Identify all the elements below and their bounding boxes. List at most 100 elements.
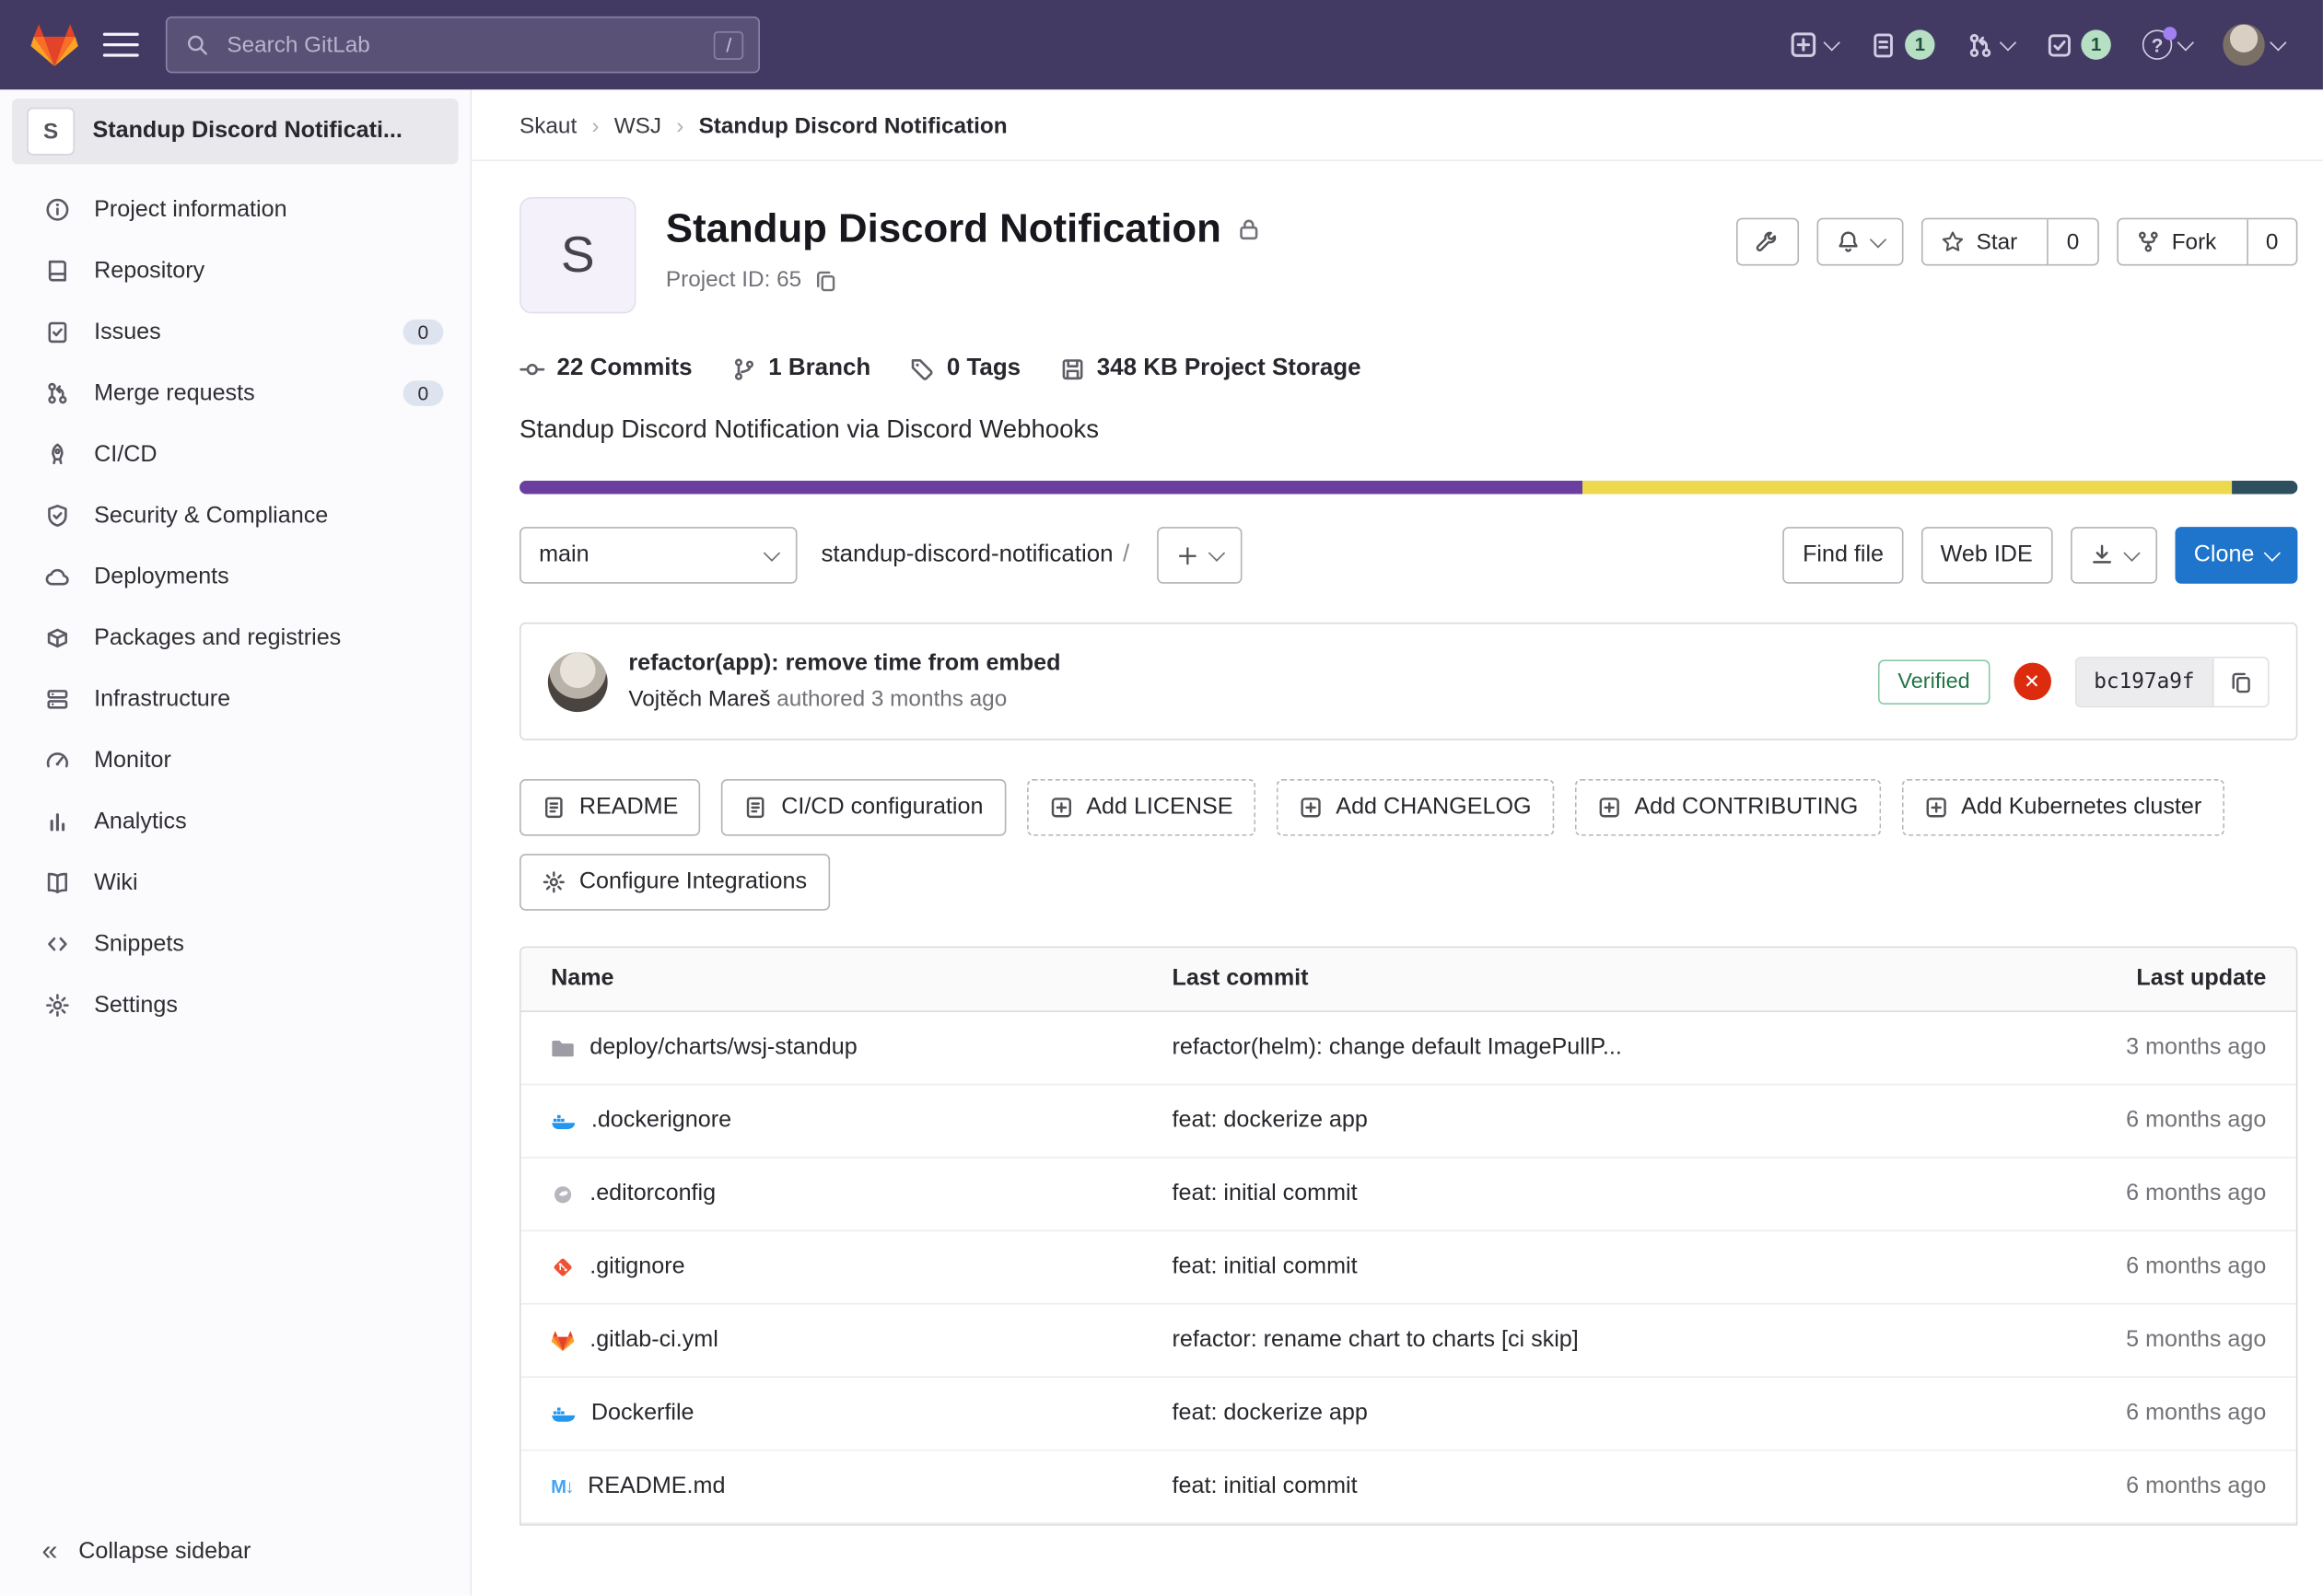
clone-button[interactable]: Clone [2175,527,2298,584]
search-input[interactable] [224,30,699,59]
sidebar-item-label: Settings [94,992,178,1019]
last-update: 6 months ago [1941,1158,2295,1230]
add-contributing-button[interactable]: Add CONTRIBUTING [1575,779,1881,836]
chevron-down-icon [2270,34,2286,51]
tags-label: 0 Tags [947,355,1021,382]
chevron-down-icon [2000,34,2016,51]
fork-button[interactable]: Fork 0 [2117,218,2298,266]
sidebar-item-snippets[interactable]: Snippets [0,914,471,974]
storage-stat[interactable]: 348 KB Project Storage [1059,355,1360,382]
copy-sha-button[interactable] [2212,658,2268,705]
star-count[interactable]: 0 [2048,219,2097,264]
star-button[interactable]: Star 0 [1921,218,2099,266]
languages-bar[interactable] [519,481,2297,495]
file-link[interactable]: .dockerignore [551,1108,1113,1135]
tags-stat[interactable]: 0 Tags [909,355,1021,382]
sidebar-item-project-information[interactable]: Project information [0,179,471,239]
notifications-button[interactable] [1816,218,1903,266]
sidebar-item-repository[interactable]: Repository [0,240,471,301]
chevron-down-icon [1824,34,1840,51]
breadcrumb-group[interactable]: Skaut [519,113,577,139]
todos-button[interactable]: 1 [2037,24,2120,65]
commit-link[interactable]: feat: initial commit [1173,1474,1358,1499]
sidebar-item-analytics[interactable]: Analytics [0,791,471,852]
sidebar-item-label: Snippets [94,931,184,958]
commit-link[interactable]: feat: initial commit [1173,1253,1358,1279]
plus-icon [1176,544,1198,566]
commit-link[interactable]: feat: dockerize app [1173,1400,1368,1426]
file-link[interactable]: .gitignore [551,1253,1113,1280]
pipeline-failed-icon[interactable]: ✕ [2014,663,2051,701]
sidebar-item-monitor[interactable]: Monitor [0,730,471,791]
branches-label: 1 Branch [768,355,870,382]
commit-link[interactable]: feat: initial commit [1173,1181,1358,1206]
file-link[interactable]: .gitlab-ci.yml [551,1327,1113,1354]
sidebar-item-infrastructure[interactable]: Infrastructure [0,669,471,729]
plus-square-icon [1924,796,1948,820]
copy-project-id-icon[interactable] [813,268,837,292]
wrench-icon [1756,230,1780,254]
gitlab-logo-icon[interactable] [29,22,78,68]
file-link[interactable]: .editorconfig [551,1181,1113,1207]
add-license-button[interactable]: Add LICENSE [1026,779,1255,836]
sidebar-item-settings[interactable]: Settings [0,974,471,1035]
user-menu-button[interactable] [2214,17,2294,71]
hamburger-menu-icon[interactable] [103,26,139,64]
star-icon [1941,230,1965,254]
sidebar-item-ci-cd[interactable]: CI/CD [0,424,471,484]
branch-selector[interactable]: main [519,527,797,584]
language-bar-segment [2232,481,2297,495]
fork-label: Fork [2172,229,2217,255]
language-bar-segment [1582,481,2232,495]
configure-integrations-button[interactable]: Configure Integrations [519,854,829,911]
sidebar-item-wiki[interactable]: Wiki [0,852,471,913]
new-menu-button[interactable] [1780,24,1847,65]
find-file-button[interactable]: Find file [1783,527,1903,584]
sidebar-item-issues[interactable]: Issues 0 [0,301,471,362]
commit-link[interactable]: feat: dockerize app [1173,1108,1368,1134]
rocket-icon [45,442,71,468]
add-to-repo-button[interactable] [1156,527,1241,584]
project-overview: S Standup Discord Notification Project I… [472,161,2323,1525]
file-link[interactable]: M↓ README.md [551,1474,1113,1500]
verified-badge[interactable]: Verified [1878,659,1990,705]
fork-count[interactable]: 0 [2247,219,2296,264]
file-link[interactable]: Dockerfile [551,1400,1113,1427]
commits-label: 22 Commits [557,355,693,382]
commit-author-avatar[interactable] [548,651,608,711]
commit-author[interactable]: Vojtěch Mareš [628,687,770,713]
add-changelog-button[interactable]: Add CHANGELOG [1276,779,1553,836]
user-avatar [2223,24,2264,65]
table-row: .editorconfig feat: initial commit 6 mon… [521,1158,2296,1230]
ci-cd-configuration-button[interactable]: CI/CD configuration [721,779,1005,836]
issues-button[interactable]: 1 [1861,24,1944,65]
commit-info: refactor(app): remove time from embed Vo… [628,651,1060,712]
collapse-sidebar-label: Collapse sidebar [78,1538,251,1565]
commits-stat[interactable]: 22 Commits [519,355,693,382]
help-icon: ? [2142,29,2172,59]
sidebar-item-merge-requests[interactable]: Merge requests 0 [0,363,471,424]
help-menu-button[interactable]: ? [2133,24,2200,65]
sidebar-item-deployments[interactable]: Deployments [0,546,471,607]
project-stats: 22 Commits 1 Branch 0 Tags 348 KB Projec… [519,355,2297,382]
collapse-sidebar-button[interactable]: « Collapse sidebar [0,1522,471,1580]
sidebar-item-label: Analytics [94,809,187,835]
readme-button[interactable]: README [519,779,701,836]
global-search[interactable]: / [166,17,760,74]
admin-wrench-button[interactable] [1736,218,1799,266]
sidebar-item-security-compliance[interactable]: Security & Compliance [0,485,471,546]
download-button[interactable] [2070,527,2156,584]
web-ide-button[interactable]: Web IDE [1921,527,2052,584]
breadcrumb-project[interactable]: Standup Discord Notification [699,113,1008,139]
add-kubernetes-cluster-button[interactable]: Add Kubernetes cluster [1901,779,2224,836]
commit-link[interactable]: refactor: rename chart to charts [ci ski… [1173,1327,1579,1353]
merge-requests-button[interactable] [1957,25,2023,65]
breadcrumb-subgroup[interactable]: WSJ [614,113,661,139]
repo-path-root[interactable]: standup-discord-notification [821,542,1113,567]
sidebar-item-packages-registries[interactable]: Packages and registries [0,608,471,669]
sidebar-project-context[interactable]: S Standup Discord Notificati... [12,99,459,164]
branches-stat[interactable]: 1 Branch [731,355,870,382]
commit-link[interactable]: refactor(helm): change default ImagePull… [1173,1034,1622,1060]
file-link[interactable]: deploy/charts/wsj-standup [551,1034,1113,1061]
commit-message[interactable]: refactor(app): remove time from embed [628,651,1060,678]
